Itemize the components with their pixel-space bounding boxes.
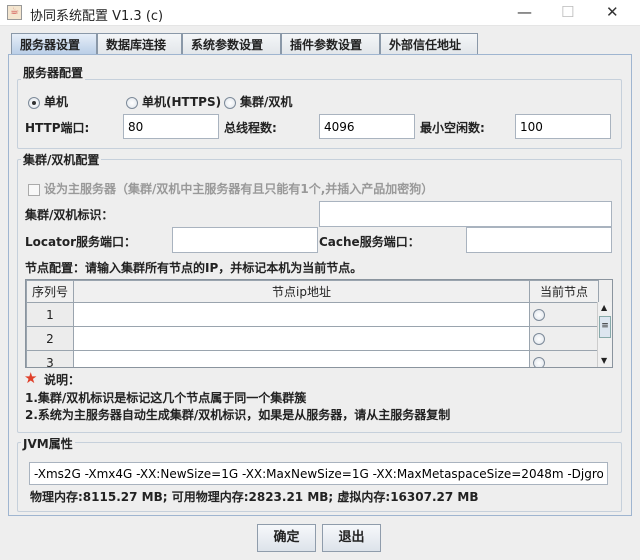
- http-port-label: HTTP端口:: [25, 121, 90, 135]
- scroll-thumb[interactable]: ≡: [599, 316, 611, 338]
- cluster-id-input[interactable]: [319, 201, 612, 227]
- radio-icon: [28, 96, 40, 109]
- radio-standalone[interactable]: 单机: [28, 93, 68, 110]
- locator-port-input[interactable]: [172, 227, 318, 253]
- threads-label: 总线程数:: [224, 121, 277, 135]
- row-index: 1: [26, 302, 74, 327]
- checkbox-label: 设为主服务器（集群/双机中主服务器有且只能有1个,并插入产品加密狗）: [44, 182, 434, 196]
- memory-info: 物理内存:8115.27 MB; 可用物理内存:2823.21 MB; 虚拟内存…: [30, 490, 479, 504]
- server-config-title: 服务器配置: [21, 64, 86, 81]
- node-ip-cell[interactable]: [73, 350, 530, 367]
- close-button[interactable]: ✕: [606, 3, 619, 21]
- radio-label: 单机: [44, 95, 69, 109]
- title-bar: ☕ 协同系统配置 V1.3 (c) — ☐ ✕: [0, 0, 640, 26]
- jvm-options-input[interactable]: [29, 462, 608, 485]
- current-node-radio[interactable]: [533, 357, 545, 367]
- column-header-index[interactable]: 序列号: [26, 280, 74, 303]
- locator-port-label: Locator服务端口：: [25, 235, 137, 249]
- threads-input[interactable]: [319, 114, 415, 139]
- tab-database-connection[interactable]: 数据库连接: [97, 33, 182, 54]
- window-title: 协同系统配置 V1.3 (c): [30, 9, 164, 24]
- column-header-current[interactable]: 当前节点: [529, 280, 599, 303]
- scroll-down-arrow-icon[interactable]: ▼: [601, 356, 607, 365]
- column-header-ip[interactable]: 节点ip地址: [73, 280, 530, 303]
- node-config-hint: 节点配置：请输入集群所有节点的IP，并标记本机为当前节点。: [25, 261, 363, 275]
- scroll-up-arrow-icon[interactable]: ▲: [601, 303, 607, 312]
- radio-label: 集群/双机: [240, 95, 293, 109]
- min-idle-input[interactable]: [515, 114, 611, 139]
- row-index: 2: [26, 326, 74, 351]
- node-table-wrapper: 序列号 节点ip地址 当前节点 1 2 3 ▲ ≡ ▼: [25, 279, 613, 368]
- table-header-row: 序列号 节点ip地址 当前节点: [26, 280, 599, 303]
- cache-port-label: Cache服务端口：: [319, 235, 420, 249]
- cluster-config-title: 集群/双机配置: [21, 151, 102, 168]
- star-icon: ★: [24, 369, 38, 387]
- exit-button[interactable]: 退出: [322, 524, 381, 552]
- node-ip-cell[interactable]: [73, 302, 530, 327]
- table-row: 3: [26, 350, 599, 367]
- radio-icon: [224, 96, 236, 109]
- cache-port-input[interactable]: [466, 227, 612, 253]
- ok-button[interactable]: 确定: [257, 524, 316, 552]
- tab-plugin-parameters[interactable]: 插件参数设置: [281, 33, 380, 54]
- note-title: 说明：: [44, 373, 81, 387]
- table-row: 1: [26, 302, 599, 327]
- minimize-button[interactable]: —: [517, 3, 532, 21]
- table-scrollbar[interactable]: ▲ ≡ ▼: [597, 302, 612, 367]
- maximize-button[interactable]: ☐: [561, 3, 574, 21]
- node-table: 序列号 节点ip地址 当前节点 1 2 3: [26, 280, 599, 367]
- tab-server-settings[interactable]: 服务器设置: [11, 33, 97, 55]
- jvm-title: JVM属性: [21, 435, 75, 452]
- table-row: 2: [26, 326, 599, 351]
- radio-cluster[interactable]: 集群/双机: [224, 93, 292, 110]
- radio-standalone-https[interactable]: 单机(HTTPS): [126, 93, 221, 110]
- node-ip-cell[interactable]: [73, 326, 530, 351]
- min-idle-label: 最小空闲数:: [420, 121, 485, 135]
- note-line-1: 1.集群/双机标识是标记这几个节点属于同一个集群簇: [25, 391, 307, 405]
- cluster-id-label: 集群/双机标识：: [25, 208, 114, 222]
- tab-external-trust[interactable]: 外部信任地址: [380, 33, 478, 54]
- current-node-cell[interactable]: [529, 302, 599, 327]
- java-app-icon: ☕: [7, 5, 22, 20]
- radio-icon: [126, 96, 138, 109]
- http-port-input[interactable]: [123, 114, 219, 139]
- current-node-cell[interactable]: [529, 350, 599, 367]
- radio-label: 单机(HTTPS): [142, 95, 222, 109]
- current-node-cell[interactable]: [529, 326, 599, 351]
- master-server-checkbox[interactable]: 设为主服务器（集群/双机中主服务器有且只能有1个,并插入产品加密狗）: [28, 180, 433, 197]
- note-line-2: 2.系统为主服务器自动生成集群/双机标识，如果是从服务器，请从主服务器复制: [25, 408, 451, 422]
- checkbox-icon: [28, 183, 40, 196]
- tab-system-parameters[interactable]: 系统参数设置: [182, 33, 281, 54]
- current-node-radio[interactable]: [533, 333, 545, 345]
- current-node-radio[interactable]: [533, 309, 545, 321]
- row-index: 3: [26, 350, 74, 367]
